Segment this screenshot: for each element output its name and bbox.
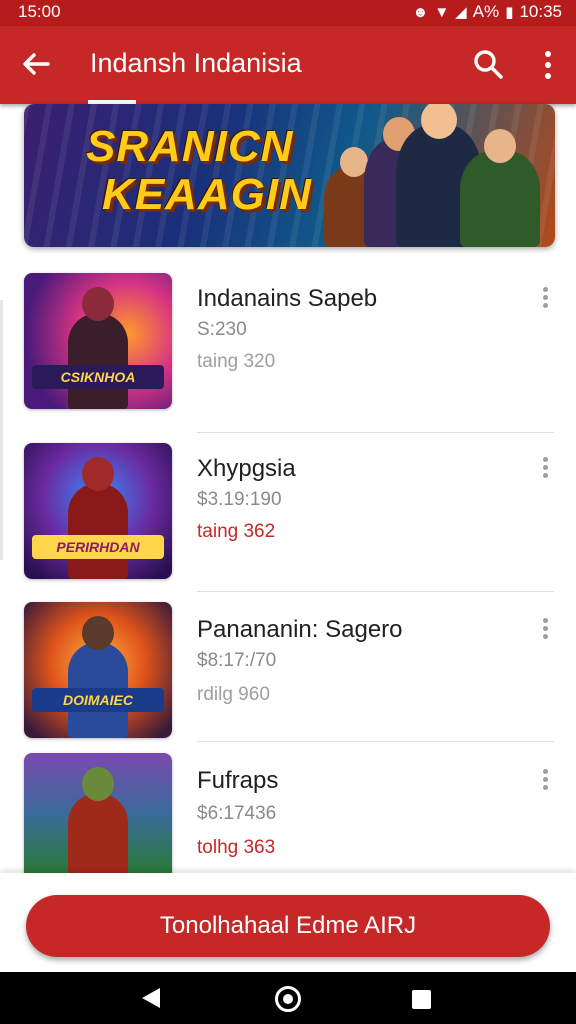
- nav-recents-icon[interactable]: [412, 990, 431, 1009]
- more-vertical-icon[interactable]: [540, 457, 550, 479]
- item-name: Panananin: Sagero: [197, 616, 403, 643]
- item-rating: tolhg 363: [197, 837, 276, 858]
- item-thumbnail: [24, 753, 172, 873]
- more-vertical-icon[interactable]: [542, 48, 554, 80]
- nav-home-icon[interactable]: [275, 986, 301, 1012]
- battery-icon: ▮: [505, 4, 514, 21]
- banner-title-line2: KEAAGIN: [102, 170, 312, 219]
- more-vertical-icon[interactable]: [540, 287, 550, 309]
- item-thumbnail: DOIMAIEC: [24, 602, 172, 738]
- bottom-action-area: Tonolhahaal Edme AIRJ: [0, 873, 576, 972]
- item-price: $6:17436: [197, 803, 277, 824]
- scroll-edge: [0, 300, 3, 560]
- item-name: Fufraps: [197, 767, 279, 794]
- item-rating: rdilg 960: [197, 684, 270, 705]
- battery-text: A%: [472, 2, 500, 21]
- item-price: $3.19:190: [197, 489, 282, 510]
- item-price: S:230: [197, 319, 247, 340]
- status-time: 15:00: [18, 2, 61, 21]
- divider: [197, 432, 554, 433]
- status-bar: 15:00 ☻ ▼ ◢ A% ▮ 10:35: [0, 0, 576, 26]
- banner-character: [460, 129, 540, 247]
- more-vertical-icon[interactable]: [540, 769, 550, 791]
- item-rating: taing 362: [197, 521, 276, 542]
- list-item[interactable]: DOIMAIEC Panananin: Sagero $8:17:/70 rdi…: [0, 602, 576, 762]
- divider: [197, 591, 554, 592]
- notification-icon: ☻: [412, 3, 429, 21]
- system-nav-bar: [0, 972, 576, 1024]
- list-item[interactable]: PERIRHDAN Xhypgsia $3.19:190 taing 362: [0, 443, 576, 603]
- item-name: Indanains Sapeb: [197, 285, 378, 312]
- list-item[interactable]: CSIKNHOA Indanains Sapeb S:230 taing 320: [0, 273, 576, 433]
- search-icon[interactable]: [472, 48, 504, 80]
- item-price: $8:17:/70: [197, 650, 277, 671]
- arrow-left-icon[interactable]: [18, 46, 54, 82]
- item-thumbnail: PERIRHDAN: [24, 443, 172, 579]
- thumbnail-logo: DOIMAIEC: [32, 688, 164, 712]
- featured-banner[interactable]: SRANICN KEAAGIN: [24, 104, 555, 247]
- more-vertical-icon[interactable]: [540, 618, 550, 640]
- divider: [197, 741, 554, 742]
- thumbnail-logo: [32, 849, 164, 873]
- nav-back-icon[interactable]: [142, 988, 160, 1008]
- status-time-right: 10:35: [519, 2, 562, 21]
- thumbnail-logo: PERIRHDAN: [32, 535, 164, 559]
- item-thumbnail: CSIKNHOA: [24, 273, 172, 409]
- page-title: Indansh Indanisia: [90, 48, 302, 78]
- item-rating: taing 320: [197, 351, 276, 372]
- app-bar: Indansh Indanisia: [0, 26, 576, 104]
- thumbnail-logo: CSIKNHOA: [32, 365, 164, 389]
- banner-title-line1: SRANICN: [86, 122, 294, 171]
- signal-icon: ◢: [455, 4, 467, 21]
- primary-action-button[interactable]: Tonolhahaal Edme AIRJ: [26, 895, 550, 957]
- item-name: Xhypgsia: [197, 455, 296, 482]
- wifi-icon: ▼: [434, 3, 450, 21]
- status-icons: ☻ ▼ ◢ A% ▮ 10:35: [413, 2, 562, 22]
